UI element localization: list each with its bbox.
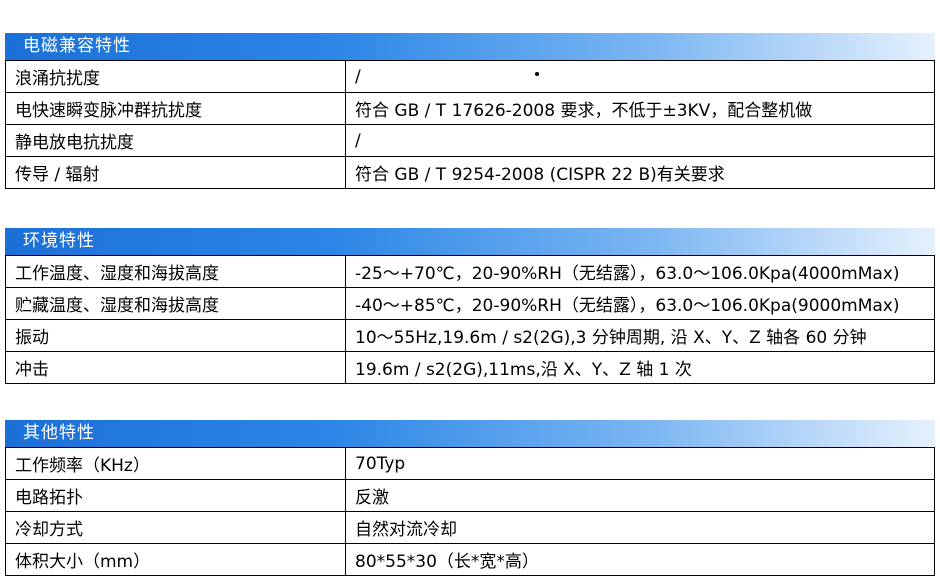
row-value: 符合 GB / T 17626-2008 要求，不低于±3KV，配合整机做 <box>345 92 935 125</box>
section-header: 电磁兼容特性 <box>5 33 935 60</box>
row-value: -25～+70℃，20-90%RH（无结露），63.0～106.0Kpa(400… <box>345 255 935 288</box>
table-row: 传导 / 辐射 符合 GB / T 9254-2008 (CISPR 22 B)… <box>5 156 935 189</box>
row-label: 振动 <box>5 319 346 352</box>
row-label: 冷却方式 <box>5 511 346 544</box>
table-row: 电快速瞬变脉冲群抗扰度 符合 GB / T 17626-2008 要求，不低于±… <box>5 92 935 125</box>
spec-table: 工作频率（KHz） 70Typ 电路拓扑 反激 冷却方式 自然对流冷却 体积大小… <box>5 447 935 576</box>
row-value: / <box>345 124 935 157</box>
row-label: 浪涌抗扰度 <box>5 60 346 93</box>
table-row: 冲击 19.6m / s2(2G),11ms,沿 X、Y、Z 轴 1 次 <box>5 351 935 384</box>
spec-sheet: 电磁兼容特性 浪涌抗扰度 / 电快速瞬变脉冲群抗扰度 符合 GB / T 176… <box>0 0 940 580</box>
table-row: 冷却方式 自然对流冷却 <box>5 511 935 544</box>
row-label: 电快速瞬变脉冲群抗扰度 <box>5 92 346 125</box>
row-label: 静电放电抗扰度 <box>5 124 346 157</box>
row-label: 工作频率（KHz） <box>5 447 346 480</box>
table-row: 振动 10～55Hz,19.6m / s2(2G),3 分钟周期, 沿 X、Y、… <box>5 319 935 352</box>
section-other: 其他特性 工作频率（KHz） 70Typ 电路拓扑 反激 冷却方式 自然对流冷却… <box>5 420 935 576</box>
row-label: 体积大小（mm） <box>5 543 346 576</box>
row-label: 电路拓扑 <box>5 479 346 512</box>
table-row: 体积大小（mm） 80*55*30（长*宽*高） <box>5 543 935 576</box>
row-label: 传导 / 辐射 <box>5 156 346 189</box>
row-value: 符合 GB / T 9254-2008 (CISPR 22 B)有关要求 <box>345 156 935 189</box>
section-header: 环境特性 <box>5 228 935 255</box>
row-value: 80*55*30（长*宽*高） <box>345 543 935 576</box>
table-row: 工作温度、湿度和海拔高度 -25～+70℃，20-90%RH（无结露），63.0… <box>5 255 935 288</box>
row-value: / <box>345 60 935 93</box>
row-value: 70Typ <box>345 447 935 480</box>
table-row: 静电放电抗扰度 / <box>5 124 935 157</box>
row-value: 自然对流冷却 <box>345 511 935 544</box>
section-header: 其他特性 <box>5 420 935 447</box>
table-row: 贮藏温度、湿度和海拔高度 -40～+85℃，20-90%RH（无结露），63.0… <box>5 287 935 320</box>
spec-table: 工作温度、湿度和海拔高度 -25～+70℃，20-90%RH（无结露），63.0… <box>5 255 935 384</box>
table-row: 浪涌抗扰度 / <box>5 60 935 93</box>
section-environment: 环境特性 工作温度、湿度和海拔高度 -25～+70℃，20-90%RH（无结露）… <box>5 228 935 384</box>
stray-dot <box>535 72 539 76</box>
row-label: 工作温度、湿度和海拔高度 <box>5 255 346 288</box>
row-value: -40～+85℃，20-90%RH（无结露），63.0～106.0Kpa(900… <box>345 287 935 320</box>
section-emc: 电磁兼容特性 浪涌抗扰度 / 电快速瞬变脉冲群抗扰度 符合 GB / T 176… <box>5 33 935 189</box>
row-label: 冲击 <box>5 351 346 384</box>
spec-table: 浪涌抗扰度 / 电快速瞬变脉冲群抗扰度 符合 GB / T 17626-2008… <box>5 60 935 189</box>
row-value: 10～55Hz,19.6m / s2(2G),3 分钟周期, 沿 X、Y、Z 轴… <box>345 319 935 352</box>
row-label: 贮藏温度、湿度和海拔高度 <box>5 287 346 320</box>
row-value: 19.6m / s2(2G),11ms,沿 X、Y、Z 轴 1 次 <box>345 351 935 384</box>
table-row: 电路拓扑 反激 <box>5 479 935 512</box>
table-row: 工作频率（KHz） 70Typ <box>5 447 935 480</box>
row-value: 反激 <box>345 479 935 512</box>
